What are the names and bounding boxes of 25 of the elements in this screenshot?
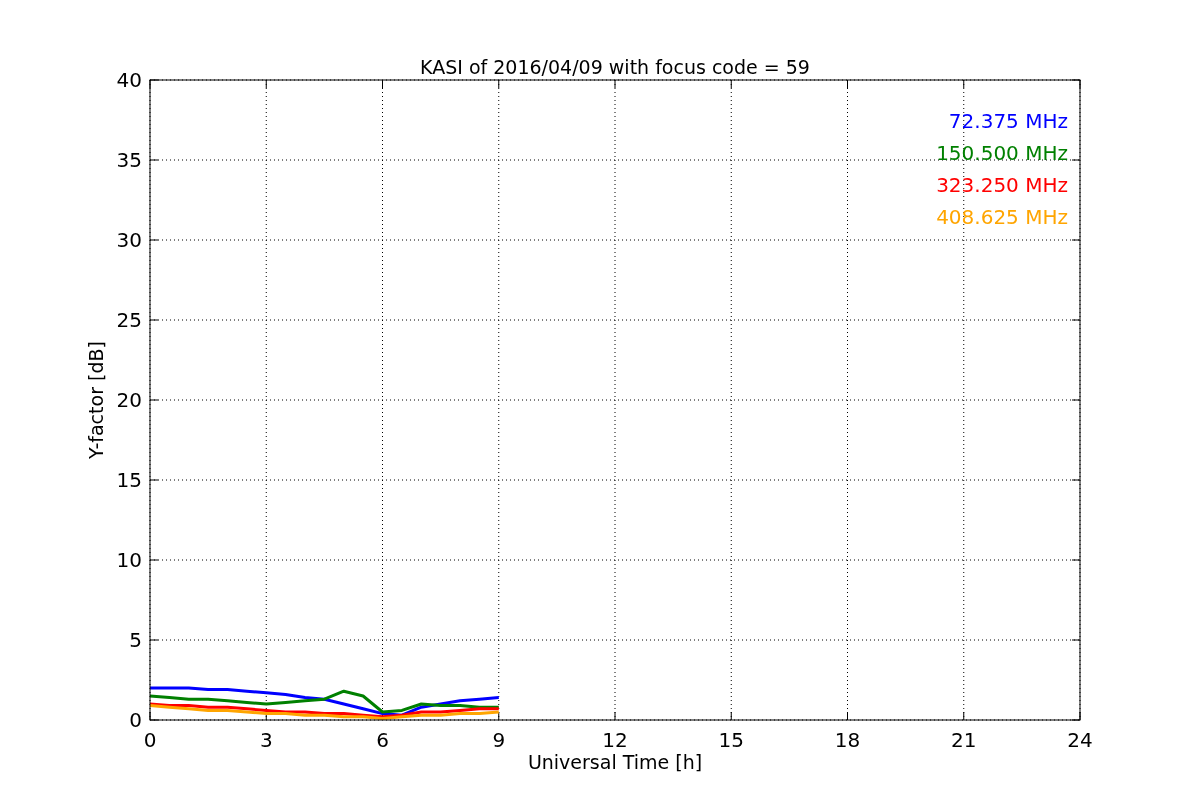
y-tick-label: 40: [116, 68, 142, 92]
x-tick-label: 9: [492, 728, 506, 752]
x-tick-label: 24: [1067, 728, 1093, 752]
x-tick-label: 3: [259, 728, 273, 752]
x-tick-label: 21: [951, 728, 977, 752]
x-tick-label: 12: [602, 728, 628, 752]
legend-entry: 150.500 MHz: [936, 141, 1068, 165]
y-tick-label: 35: [116, 148, 142, 172]
x-tick-label: 18: [834, 728, 861, 752]
y-tick-label: 10: [116, 548, 142, 572]
y-tick-label: 30: [116, 228, 142, 252]
y-axis-label: Y-factor [dB]: [85, 341, 107, 459]
legend-entry: 72.375 MHz: [948, 109, 1068, 133]
y-tick-label: 0: [129, 708, 142, 732]
y-tick-label: 5: [129, 628, 142, 652]
legend-entry: 323.250 MHz: [936, 173, 1068, 197]
x-tick-label: 6: [376, 728, 389, 752]
x-axis-label: Universal Time [h]: [527, 751, 703, 773]
y-tick-label: 20: [116, 388, 142, 412]
y-tick-label: 15: [116, 468, 142, 492]
legend-entry: 408.625 MHz: [936, 205, 1068, 229]
x-tick-label: 0: [143, 728, 157, 752]
chart-title: KASI of 2016/04/09 with focus code = 59: [420, 56, 810, 78]
y-tick-label: 25: [116, 308, 142, 332]
x-tick-label: 15: [718, 728, 744, 752]
